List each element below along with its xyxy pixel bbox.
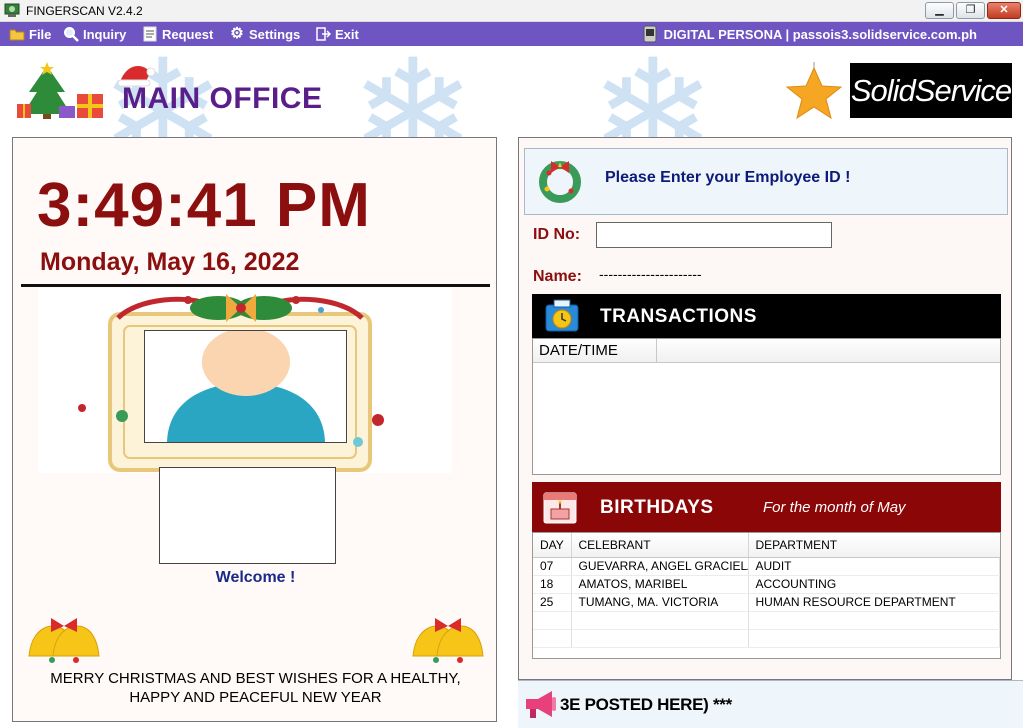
clock-panel: 3:49:41 PM Monday, May 16, 2022 Welcome …	[12, 137, 497, 722]
device-status: DIGITAL PERSONA | passois3.solidservice.…	[642, 22, 977, 46]
employee-id-input[interactable]	[596, 222, 832, 248]
solidservice-logo: SolidService	[850, 63, 1012, 118]
christmas-tree-icon	[17, 62, 103, 119]
magnifier-icon	[64, 27, 79, 42]
transactions-title: TRANSACTIONS	[600, 306, 757, 327]
christmas-bells-icon	[28, 618, 100, 663]
birthdays-table-header: DAY CELEBRANT DEPARTMENT	[533, 533, 1000, 558]
window-title: FINGERSCAN V2.4.2	[26, 4, 143, 18]
fingerscan-app-icon	[4, 3, 20, 17]
menu-request-label: Request	[162, 26, 214, 42]
menu-file-label: File	[29, 26, 52, 42]
menu-exit-label: Exit	[335, 26, 359, 42]
maximize-button[interactable]: ❐	[956, 2, 985, 19]
column-header-day[interactable]: DAY	[533, 533, 572, 558]
table-row[interactable]: 07 GUEVARRA, ANGEL GRACIELA AUDIT	[533, 557, 1000, 576]
menu-inquiry[interactable]: Inquiry	[63, 22, 126, 46]
name-label: Name:	[533, 268, 582, 285]
column-header-blank[interactable]	[657, 339, 1000, 362]
birthday-day: 07	[533, 557, 572, 576]
column-header-celebrant[interactable]: CELEBRANT	[571, 533, 749, 558]
employee-panel: Please Enter your Employee ID ! ID No: N…	[518, 137, 1012, 680]
prompt-text: Please Enter your Employee ID !	[605, 169, 851, 186]
announcement-ticker: 3E POSTED HERE) ***	[518, 680, 1023, 728]
birthday-cake-calendar-icon	[543, 492, 577, 524]
id-label: ID No:	[533, 226, 581, 243]
birthday-celebrant: AMATOS, MARIBEL	[571, 575, 749, 594]
christmas-bells-icon	[412, 618, 484, 663]
star-ornament-icon	[785, 62, 843, 120]
birthday-department: HUMAN RESOURCE DEPARTMENT	[748, 593, 1000, 612]
fingerprint-reader-icon	[643, 25, 657, 43]
transactions-table[interactable]: DATE/TIME	[532, 338, 1001, 475]
table-row-empty	[533, 611, 1000, 630]
column-header-department[interactable]: DEPARTMENT	[748, 533, 1000, 558]
user-avatar-icon	[167, 331, 325, 442]
menu-request[interactable]: Request	[142, 22, 213, 46]
prompt-banner: Please Enter your Employee ID !	[524, 148, 1008, 215]
birthdays-table[interactable]: DAY CELEBRANT DEPARTMENT 07 GUEVARRA, AN…	[532, 532, 1001, 659]
table-row-empty	[533, 629, 1000, 648]
exit-icon	[316, 27, 331, 41]
clock-time: 3:49:41 PM	[37, 171, 371, 240]
fingerprint-preview	[159, 467, 336, 564]
transactions-table-header: DATE/TIME	[533, 339, 1000, 363]
menu-bar: File Inquiry Request ⚙ Settings Exit DIG…	[0, 22, 1023, 46]
birthday-day: 25	[533, 593, 572, 612]
menu-exit[interactable]: Exit	[315, 22, 359, 46]
folder-icon	[9, 29, 25, 41]
device-status-text: DIGITAL PERSONA | passois3.solidservice.…	[663, 26, 977, 42]
close-button[interactable]: ✕	[987, 2, 1021, 19]
birthday-department: AUDIT	[748, 557, 1000, 576]
ticker-text: 3E POSTED HERE) ***	[560, 695, 732, 714]
title-bar: FINGERSCAN V2.4.2 ▁ ❐ ✕	[0, 0, 1023, 22]
office-name: MAIN OFFICE	[122, 82, 323, 115]
welcome-message: Welcome !	[215, 569, 296, 586]
greeting-line-1: MERRY CHRISTMAS AND BEST WISHES FOR A HE…	[50, 670, 461, 687]
minimize-button[interactable]: ▁	[925, 2, 954, 19]
birthdays-header: BIRTHDAYS For the month of May	[532, 482, 1001, 532]
menu-file[interactable]: File	[9, 22, 51, 46]
menu-settings[interactable]: ⚙ Settings	[229, 22, 300, 46]
divider	[21, 284, 490, 287]
menu-settings-label: Settings	[249, 26, 301, 42]
document-icon	[143, 26, 157, 42]
gear-icon: ⚙	[230, 25, 244, 42]
column-header-datetime[interactable]: DATE/TIME	[533, 339, 657, 362]
table-row[interactable]: 25 TUMANG, MA. VICTORIA HUMAN RESOURCE D…	[533, 593, 1000, 612]
birthday-day: 18	[533, 575, 572, 594]
menu-inquiry-label: Inquiry	[83, 26, 127, 42]
birthday-celebrant: GUEVARRA, ANGEL GRACIELA	[571, 557, 749, 576]
transactions-header: TRANSACTIONS	[532, 294, 1001, 338]
megaphone-icon	[526, 691, 556, 718]
greeting-line-2: HAPPY AND PEACEFUL NEW YEAR	[129, 689, 382, 706]
wreath-icon	[539, 161, 581, 203]
time-clock-icon	[545, 299, 579, 332]
holiday-greeting: MERRY CHRISTMAS AND BEST WISHES FOR A HE…	[13, 669, 498, 707]
table-row[interactable]: 18 AMATOS, MARIBEL ACCOUNTING	[533, 575, 1000, 594]
birthday-celebrant: TUMANG, MA. VICTORIA	[571, 593, 749, 612]
employee-name-value: ----------------------	[599, 266, 702, 282]
clock-date: Monday, May 16, 2022	[40, 248, 300, 276]
birthdays-title: BIRTHDAYS	[600, 497, 714, 518]
birthday-department: ACCOUNTING	[748, 575, 1000, 594]
birthdays-subtitle: For the month of May	[763, 499, 906, 516]
employee-photo-placeholder	[144, 330, 347, 443]
